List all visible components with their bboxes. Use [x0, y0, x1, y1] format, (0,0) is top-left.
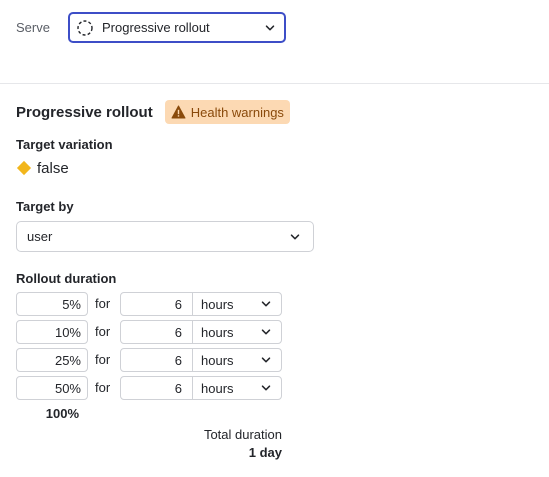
target-by-value: user [27, 229, 53, 244]
total-duration-label: Total duration [203, 427, 282, 442]
step-unit-value: hours [201, 380, 234, 396]
chevron-down-icon [260, 382, 272, 394]
rollout-step-row: 5% for 6 hours [16, 292, 286, 316]
target-by-label: Target by [16, 199, 74, 214]
for-label: for [95, 380, 111, 395]
chevron-down-icon [260, 298, 272, 310]
chevron-down-icon [289, 231, 301, 243]
step-duration-group: 6 hours [120, 348, 282, 372]
health-warnings-label: Health warnings [190, 104, 284, 120]
step-unit-select[interactable]: hours [193, 349, 281, 371]
step-unit-select[interactable]: hours [193, 377, 281, 399]
variation-diamond-icon [16, 160, 32, 176]
target-variation-text: false [37, 159, 69, 177]
chevron-down-icon [264, 22, 276, 34]
target-variation-value: false [16, 158, 69, 178]
section-divider [0, 83, 549, 84]
step-percent-input[interactable]: 50% [16, 376, 88, 400]
step-unit-value: hours [201, 296, 234, 312]
final-percent: 100% [45, 406, 79, 421]
for-label: for [95, 324, 111, 339]
rollout-duration-label: Rollout duration [16, 271, 117, 286]
target-by-select[interactable]: user [16, 221, 314, 252]
step-percent-input[interactable]: 10% [16, 320, 88, 344]
step-duration-input[interactable]: 6 [121, 349, 193, 371]
rollout-header: Progressive rollout Health warnings [16, 100, 290, 124]
step-unit-value: hours [201, 352, 234, 368]
step-duration-input[interactable]: 6 [121, 321, 193, 343]
for-label: for [95, 352, 111, 367]
step-unit-select[interactable]: hours [193, 293, 281, 315]
rollout-step-row: 25% for 6 hours [16, 348, 286, 372]
chevron-down-icon [260, 326, 272, 338]
step-duration-input[interactable]: 6 [121, 293, 193, 315]
step-unit-select[interactable]: hours [193, 321, 281, 343]
section-title: Progressive rollout [16, 103, 153, 121]
step-duration-group: 6 hours [120, 292, 282, 316]
step-unit-value: hours [201, 324, 234, 340]
warning-triangle-icon [171, 105, 186, 119]
dashed-circle-icon [76, 19, 94, 37]
serve-select[interactable]: Progressive rollout [68, 12, 286, 43]
step-duration-group: 6 hours [120, 376, 282, 400]
rollout-step-row: 10% for 6 hours [16, 320, 286, 344]
total-duration-value: 1 day [248, 445, 282, 460]
serve-row: Serve Progressive rollout [16, 12, 286, 43]
step-percent-input[interactable]: 25% [16, 348, 88, 372]
health-warnings-badge[interactable]: Health warnings [164, 100, 290, 124]
for-label: for [95, 296, 111, 311]
target-variation-label: Target variation [16, 137, 113, 152]
step-duration-input[interactable]: 6 [121, 377, 193, 399]
step-duration-group: 6 hours [120, 320, 282, 344]
step-percent-input[interactable]: 5% [16, 292, 88, 316]
serve-select-value: Progressive rollout [102, 20, 210, 35]
rollout-step-row: 50% for 6 hours [16, 376, 286, 400]
chevron-down-icon [260, 354, 272, 366]
serve-label: Serve [16, 20, 50, 35]
